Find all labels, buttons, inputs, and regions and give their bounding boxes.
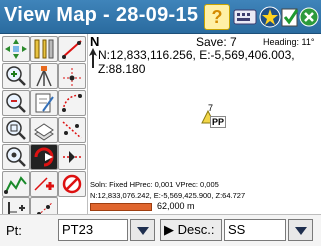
window-title: View Map - 28-09-15: [4, 4, 199, 26]
close-icon[interactable]: [298, 4, 321, 30]
chevron-down-icon: [294, 227, 307, 235]
point-code-label: PP: [210, 116, 227, 128]
point-dropdown-button[interactable]: [130, 219, 155, 241]
zoom-extents-icon[interactable]: [2, 144, 30, 170]
keyboard-icon[interactable]: [233, 4, 259, 30]
map-view[interactable]: N Save: 7 Heading: 11° N:12,833,116.256,…: [88, 34, 321, 214]
bottom-bar: Pt: PT23 ▶ Desc.: SS: [0, 214, 321, 246]
arc-icon[interactable]: [58, 90, 86, 116]
zoom-window-icon[interactable]: [2, 117, 30, 143]
north-arrow-icon: [89, 48, 97, 68]
point-name-input[interactable]: PT23: [58, 219, 128, 241]
route-icon[interactable]: [2, 171, 30, 197]
point-icon[interactable]: [58, 63, 86, 89]
help-icon[interactable]: ?: [204, 4, 230, 30]
heading-readout: Heading: 11°: [263, 37, 315, 47]
zoom-in-icon[interactable]: [2, 63, 30, 89]
description-button[interactable]: ▶ Desc.:: [160, 219, 222, 241]
title-bar: View Map - 28-09-15 ?: [0, 0, 321, 34]
pan-icon[interactable]: [2, 36, 30, 62]
map-toolbar: [0, 34, 88, 223]
solution-status: Soln: Fixed HPrec: 0,001 VPrec: 0,005: [90, 180, 219, 189]
scale-label: 62,000 m: [157, 201, 195, 211]
offset-icon[interactable]: [58, 117, 86, 143]
delete-icon[interactable]: [58, 171, 86, 197]
direction-icon[interactable]: [58, 144, 86, 170]
line-add-icon[interactable]: [58, 36, 86, 62]
point-label: Pt:: [6, 223, 22, 238]
notes-icon[interactable]: [30, 90, 58, 116]
zoom-out-icon[interactable]: [2, 90, 30, 116]
solution-coordinates: N:12,833,076.242, E:-5,569,425.900, Z:64…: [90, 191, 246, 200]
add-point-icon[interactable]: [30, 171, 58, 197]
point-id-label: 7: [208, 103, 214, 113]
current-coordinates: N:12,833,116.256, E:-5,569,406.003,: [98, 48, 295, 62]
scale-bar: [90, 203, 152, 211]
north-label: N: [90, 34, 100, 49]
layer-icon[interactable]: [30, 117, 58, 143]
chevron-down-icon: [136, 227, 149, 235]
survey-icon[interactable]: [30, 63, 58, 89]
measure-icon[interactable]: [30, 36, 58, 62]
current-elevation: Z:88.180: [98, 62, 146, 76]
save-counter: Save: 7: [196, 35, 237, 49]
navigate-icon[interactable]: [30, 144, 58, 170]
description-dropdown-button[interactable]: [288, 219, 313, 241]
description-input[interactable]: SS: [224, 219, 286, 241]
